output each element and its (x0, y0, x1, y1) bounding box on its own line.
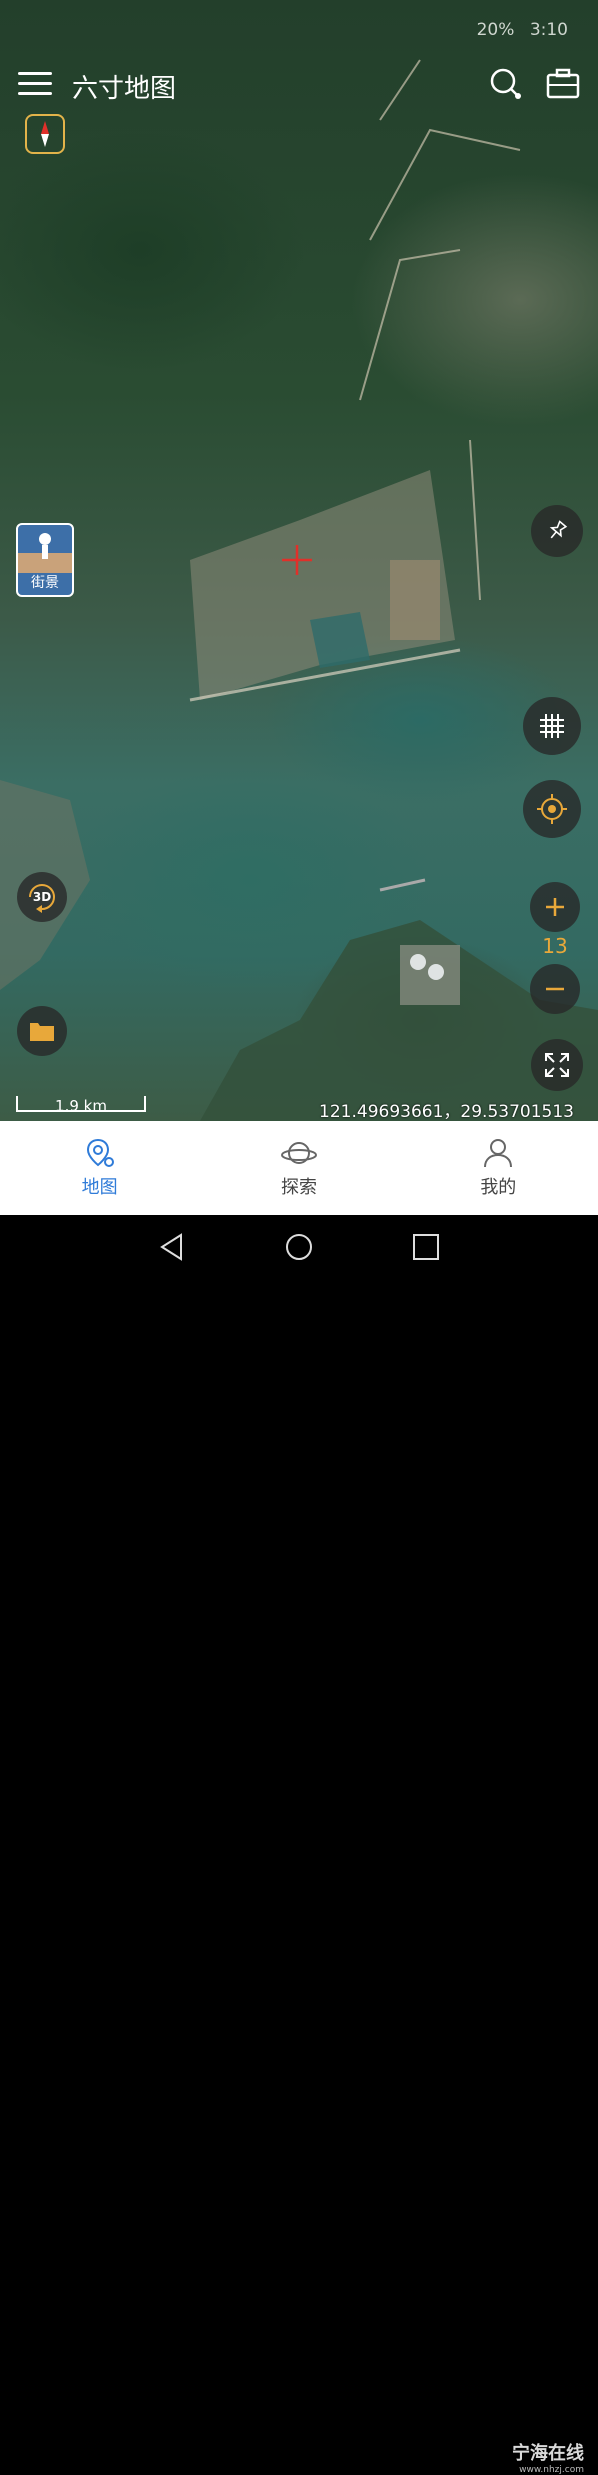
user-icon (484, 1139, 513, 1168)
app-title: 六寸地图 (72, 74, 177, 104)
back-icon[interactable] (157, 1232, 187, 1262)
grid-layer-button[interactable] (523, 697, 581, 755)
battery-level: 20% (476, 20, 515, 40)
locate-icon (537, 794, 567, 824)
fullscreen-icon (545, 1053, 569, 1077)
street-view-button[interactable]: 街景 (16, 523, 74, 597)
scale-label: 1.9 km (55, 1097, 107, 1115)
pin-button[interactable] (531, 505, 583, 557)
zoom-level: 13 (542, 934, 568, 958)
3d-mode-label: 3D (32, 890, 52, 904)
nav-tab-explore[interactable]: 探索 (199, 1121, 398, 1215)
clock: 3:10 (529, 20, 568, 40)
home-icon[interactable] (284, 1232, 314, 1262)
watermark: 宁海在线 www.nhzj.com (512, 2439, 584, 2475)
3d-mode-button[interactable]: 3D (17, 872, 67, 922)
street-view-label: 街景 (31, 575, 59, 591)
locate-button[interactable] (523, 780, 581, 838)
map-pin-icon (86, 1138, 114, 1167)
compass-icon[interactable] (25, 114, 65, 154)
nav-tab-map-label: 地图 (81, 1177, 118, 1198)
watermark-url: www.nhzj.com (519, 2465, 584, 2475)
folder-icon (30, 1023, 54, 1041)
search-icon[interactable] (488, 66, 524, 102)
planet-icon (280, 1142, 317, 1164)
zoom-in-button[interactable] (530, 882, 580, 932)
nav-tab-profile[interactable]: 我的 (399, 1121, 598, 1215)
nav-tab-map[interactable]: 地图 (0, 1121, 199, 1215)
favorites-folder-button[interactable] (17, 1006, 67, 1056)
grid-icon (540, 714, 564, 738)
pin-icon (549, 520, 568, 539)
nav-tab-explore-label: 探索 (280, 1177, 317, 1198)
status-bar: 20% 3:10 (477, 20, 568, 40)
nav-tab-profile-label: 我的 (480, 1177, 517, 1198)
minus-icon (546, 987, 564, 991)
street-view-icon (18, 533, 72, 573)
top-bar: 六寸地图 (0, 62, 598, 110)
map-features (0, 59, 598, 1121)
toolbox-icon[interactable] (545, 66, 581, 102)
satellite-map[interactable] (0, 0, 598, 1121)
system-nav-bar: 宁海在线 www.nhzj.com (0, 1215, 598, 2475)
bottom-nav: 地图 探索 我的 (0, 1121, 598, 1215)
coordinates-readout: 121.49693661，29.53701513 (319, 1102, 574, 1122)
zoom-out-button[interactable] (530, 964, 580, 1014)
plus-icon (546, 898, 564, 916)
watermark-text: 宁海在线 (512, 2443, 584, 2464)
menu-icon[interactable] (18, 72, 52, 96)
fullscreen-button[interactable] (531, 1039, 583, 1091)
recents-icon[interactable] (411, 1232, 441, 1262)
